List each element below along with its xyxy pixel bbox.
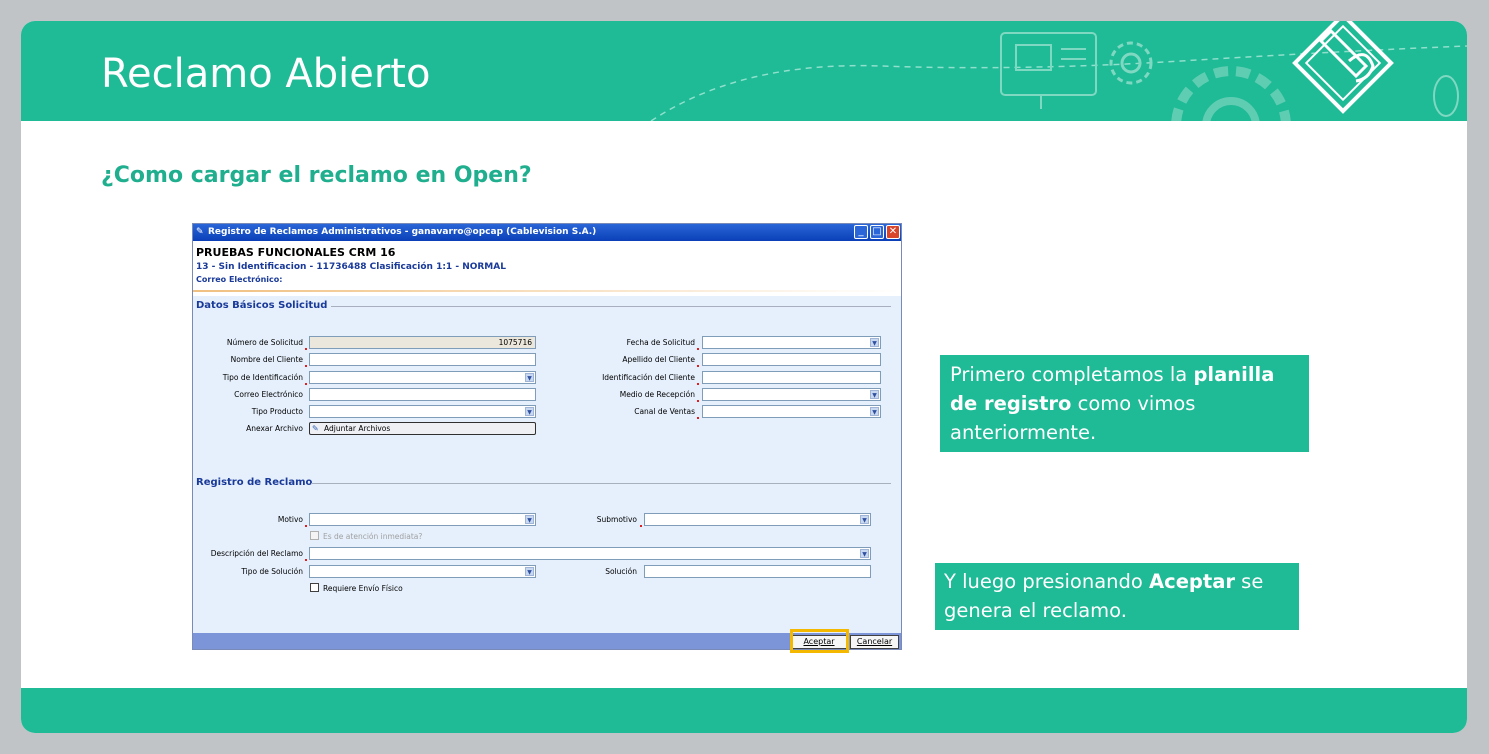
close-button[interactable]: ✕ [886,225,900,239]
slide-subtitle: ¿Como cargar el reclamo en Open? [101,163,532,188]
tipo-producto-select[interactable]: ▼ [309,405,536,418]
slide-title: Reclamo Abierto [101,51,431,97]
tipo-identificacion-label: Tipo de Identificación [222,373,303,382]
slide: Reclamo Abierto ¿Como cargar el reclamo … [21,21,1467,733]
chevron-down-icon[interactable]: ▼ [870,390,879,399]
required-marker [305,525,307,527]
required-marker [305,365,307,367]
solucion-label: Solución [605,567,637,576]
cancel-button[interactable]: Cancelar [850,635,899,649]
atencion-inmediata-label: Es de atención inmediata? [323,532,423,541]
correo-input[interactable] [309,388,536,401]
descripcion-reclamo-input[interactable]: ▼ [309,547,871,560]
correo-label: Correo Electrónico [234,390,303,399]
required-marker [697,383,699,385]
required-marker [697,348,699,350]
fecha-solicitud-label: Fecha de Solicitud [626,338,695,347]
required-marker [305,559,307,561]
required-marker [305,348,307,350]
section-basic-data-title: Datos Básicos Solicitud [196,300,328,311]
numero-solicitud-label: Número de Solicitud [226,338,303,347]
slide-header: Reclamo Abierto [21,21,1467,121]
customer-name-header: PRUEBAS FUNCIONALES CRM 16 [196,246,396,259]
tipo-identificacion-select[interactable]: ▼ [309,371,536,384]
atencion-inmediata-checkbox[interactable] [310,531,319,540]
canal-ventas-select[interactable]: ▼ [702,405,881,418]
paperclip-icon: ✎ [312,424,319,433]
accept-highlight-box [790,629,849,653]
submotivo-select[interactable]: ▼ [644,513,871,526]
chevron-down-icon[interactable]: ▼ [525,373,534,382]
chevron-down-icon[interactable]: ▼ [860,515,869,524]
identificacion-cliente-label: Identificación del Cliente [602,373,695,382]
requiere-envio-checkbox[interactable] [310,583,319,592]
anexar-archivo-label: Anexar Archivo [246,424,303,433]
fecha-solicitud-select[interactable]: ▼ [702,336,881,349]
solucion-input[interactable] [644,565,871,578]
window-titlebar[interactable]: ✎ Registro de Reclamos Administrativos -… [193,224,901,241]
callout-second-bold: Aceptar [1149,570,1235,593]
customer-email-label: Correo Electrónico: [196,275,283,284]
apellido-cliente-input[interactable] [702,353,881,366]
medio-recepcion-select[interactable]: ▼ [702,388,881,401]
decorative-tech-illustration [650,21,1467,121]
section-divider [311,483,891,484]
form-area: Datos Básicos Solicitud Número de Solici… [193,296,901,633]
numero-solicitud-field: 1075716 [309,336,536,349]
callout-second-text-1: Y luego presionando [944,570,1150,593]
required-marker [640,525,642,527]
customer-info-line: 13 - Sin Identificacion - 11736488 Clasi… [196,262,506,272]
nombre-cliente-input[interactable] [309,353,536,366]
canal-ventas-label: Canal de Ventas [634,407,695,416]
requiere-envio-label: Requiere Envío Físico [323,584,403,593]
section-divider [331,306,891,307]
chevron-down-icon[interactable]: ▼ [525,407,534,416]
tipo-solucion-select[interactable]: ▼ [309,565,536,578]
motivo-label: Motivo [277,515,303,524]
callout-first-text-1: Primero completamos la [950,363,1194,386]
chevron-down-icon[interactable]: ▼ [870,407,879,416]
expand-icon[interactable]: ▼ [860,549,869,558]
maximize-button[interactable]: □ [870,225,884,239]
adjuntar-archivos-button[interactable]: ✎ Adjuntar Archivos [309,422,536,435]
apellido-cliente-label: Apellido del Cliente [622,355,695,364]
identificacion-cliente-input[interactable] [702,371,881,384]
adjuntar-archivos-label: Adjuntar Archivos [324,424,391,433]
nombre-cliente-label: Nombre del Cliente [230,355,303,364]
window-title: Registro de Reclamos Administrativos - g… [208,227,597,237]
minimize-button[interactable]: _ [854,225,868,239]
medio-recepcion-label: Medio de Recepción [619,390,695,399]
chevron-down-icon[interactable]: ▼ [870,338,879,347]
callout-first: Primero completamos la planilla de regis… [940,355,1309,452]
descripcion-reclamo-label: Descripción del Reclamo [210,549,303,558]
required-marker [697,365,699,367]
app-icon: ✎ [196,227,204,237]
tipo-solucion-label: Tipo de Solución [241,567,303,576]
tipo-producto-label: Tipo Producto [251,407,303,416]
callout-second: Y luego presionando Aceptar se genera el… [935,563,1299,630]
required-marker [305,383,307,385]
required-marker [697,400,699,402]
claim-registration-window: ✎ Registro de Reclamos Administrativos -… [192,223,902,653]
required-marker [697,417,699,419]
motivo-select[interactable]: ▼ [309,513,536,526]
slide-footer [21,688,1467,733]
section-claim-title: Registro de Reclamo [196,477,313,488]
submotivo-label: Submotivo [596,515,637,524]
header-separator [193,290,901,292]
